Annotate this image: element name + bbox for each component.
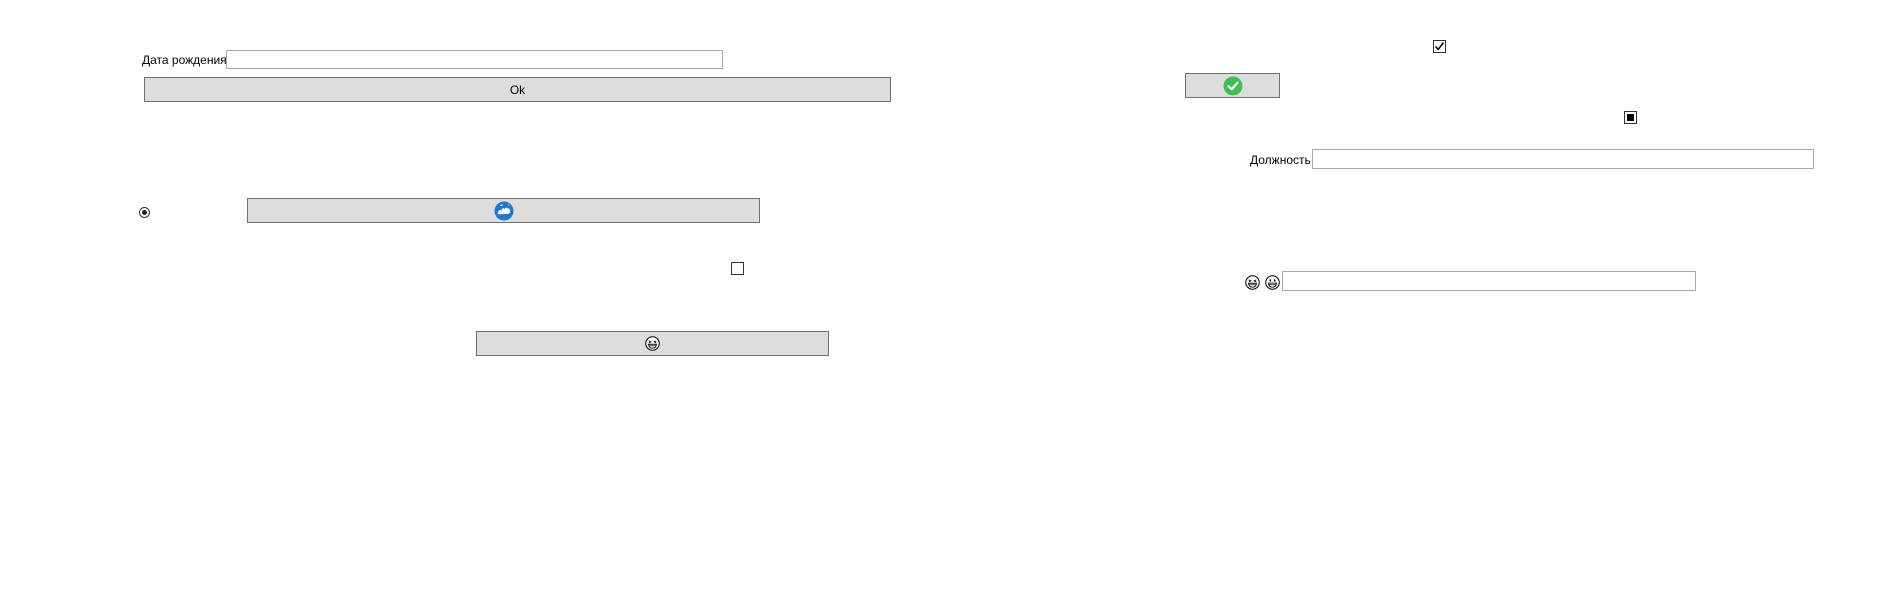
form-canvas: Дата рождения Ok Должность — [0, 0, 1904, 600]
map-button[interactable] — [247, 198, 760, 223]
birth-date-label: Дата рождения — [142, 53, 227, 67]
checkbox-indeterminate[interactable] — [1624, 111, 1637, 124]
ok-button-label: Ok — [509, 82, 526, 97]
checkmark-icon — [1434, 42, 1445, 51]
grinning-face-icon — [1265, 275, 1280, 290]
birth-date-input[interactable] — [226, 50, 723, 69]
position-label: Должность — [1250, 153, 1311, 167]
green-check-circle-icon — [1223, 76, 1242, 95]
position-input[interactable] — [1312, 149, 1814, 169]
radio-button[interactable] — [139, 207, 150, 218]
indeterminate-square-icon — [1627, 114, 1634, 121]
emoji-input[interactable] — [1282, 271, 1696, 291]
emoji-button[interactable] — [476, 331, 829, 356]
checkbox-checked[interactable] — [1433, 40, 1446, 53]
grinning-squint-face-icon — [1245, 275, 1260, 290]
grinning-squint-face-icon — [645, 336, 660, 351]
confirm-button[interactable] — [1185, 73, 1280, 98]
ok-button[interactable]: Ok — [144, 77, 891, 102]
checkbox-unchecked[interactable] — [731, 262, 744, 275]
radio-selected-dot — [142, 210, 147, 215]
globe-icon — [494, 201, 513, 220]
